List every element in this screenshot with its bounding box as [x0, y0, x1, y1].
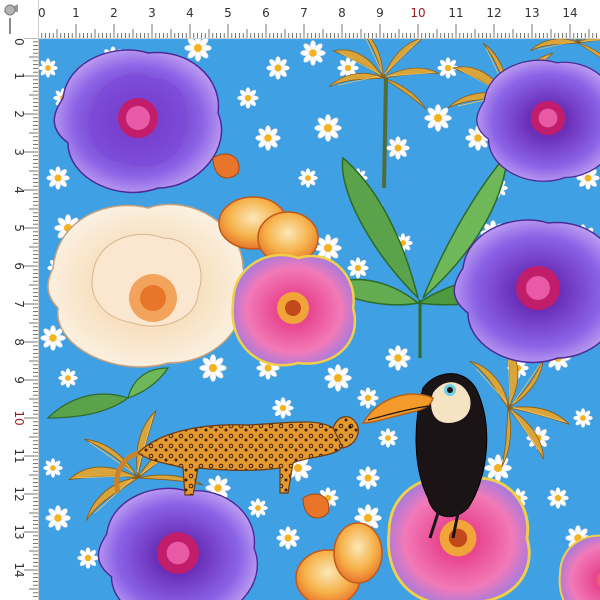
ruler-top-label: 0 [38, 6, 46, 20]
ruler-left-label: 6 [12, 262, 26, 270]
daisy-icon [198, 353, 228, 383]
daisy-icon [313, 113, 343, 143]
ruler-left-label: 13 [12, 524, 26, 539]
pink-hibiscus-icon [231, 253, 357, 367]
ruler-top-label: 13 [524, 6, 539, 20]
ruler-top-label: 7 [300, 6, 308, 20]
ruler-top-label: 4 [186, 6, 194, 20]
daisy-icon [357, 387, 379, 409]
daisy-icon [77, 547, 99, 569]
daisy-icon [377, 427, 399, 449]
ruler-top-label: 10 [410, 6, 425, 20]
daisy-icon [547, 487, 569, 509]
ruler-top: 0 1 2 3 4 5 6 7 8 9 10 11 12 13 14 [0, 0, 600, 39]
daisy-icon [423, 103, 453, 133]
daisy-icon [38, 58, 58, 78]
daisy-icon [275, 525, 300, 551]
ruler-top-label: 8 [338, 6, 346, 20]
ruler-left-label: 5 [12, 224, 26, 232]
daisy-icon [58, 367, 78, 389]
ruler-left-label: 10 [12, 410, 26, 425]
ruler-left: 01234567891011121314 [0, 0, 39, 600]
daisy-icon [347, 257, 369, 279]
daisy-icon [43, 457, 63, 479]
daisy-icon [386, 135, 410, 161]
daisy-icon [265, 55, 291, 81]
fabric-swatch [38, 38, 600, 600]
daisy-icon [297, 167, 319, 189]
ruler-left-label: 14 [12, 562, 26, 577]
ruler-left-label: 1 [12, 72, 26, 80]
daisy-icon [573, 407, 593, 429]
purple-peony-icon [53, 49, 223, 194]
daisy-icon [247, 497, 269, 518]
fabric-preview: 0 1 2 3 4 5 6 7 8 9 10 11 12 13 14 0 1 2 3 4 5 6 7 8 9 10 11 12 13 1… [0, 0, 600, 600]
ruler-left-label: 9 [12, 376, 26, 384]
purple-peony-icon [97, 487, 259, 600]
ruler-top-label: 3 [148, 6, 156, 20]
ruler-left-label: 12 [12, 486, 26, 501]
daisy-icon [356, 466, 380, 490]
ruler-top-label: 1 [72, 6, 80, 20]
ruler-left-label: 11 [12, 448, 26, 463]
ruler-top-label: 2 [110, 6, 118, 20]
ruler-left-label: 0 [12, 38, 26, 46]
daisy-icon [272, 397, 294, 419]
tropical-print-artwork [38, 38, 600, 600]
ruler-top-label: 12 [486, 6, 501, 20]
ruler-left-label: 2 [12, 110, 26, 118]
ruler-top-label: 9 [376, 6, 384, 20]
daisy-icon [45, 504, 71, 531]
daisy-icon [255, 125, 281, 151]
ruler-left-label: 4 [12, 186, 26, 194]
daisy-icon [183, 38, 213, 63]
ruler-top-label: 11 [448, 6, 463, 20]
palm-trunk [382, 77, 388, 189]
daisy-icon [237, 87, 259, 109]
daisy-icon [323, 363, 353, 393]
ruler-top-label: 6 [262, 6, 270, 20]
ruler-left-label: 7 [12, 300, 26, 308]
daisy-icon [483, 453, 513, 483]
daisy-icon [384, 344, 412, 372]
ruler-top-label: 14 [562, 6, 577, 20]
ruler-corner [0, 0, 38, 38]
ruler-left-label: 8 [12, 338, 26, 346]
daisy-icon [299, 40, 327, 66]
ruler-left-label: 3 [12, 148, 26, 156]
ruler-top-label: 5 [224, 6, 232, 20]
daisy-icon [45, 165, 71, 191]
cream-peony-icon [47, 203, 248, 368]
